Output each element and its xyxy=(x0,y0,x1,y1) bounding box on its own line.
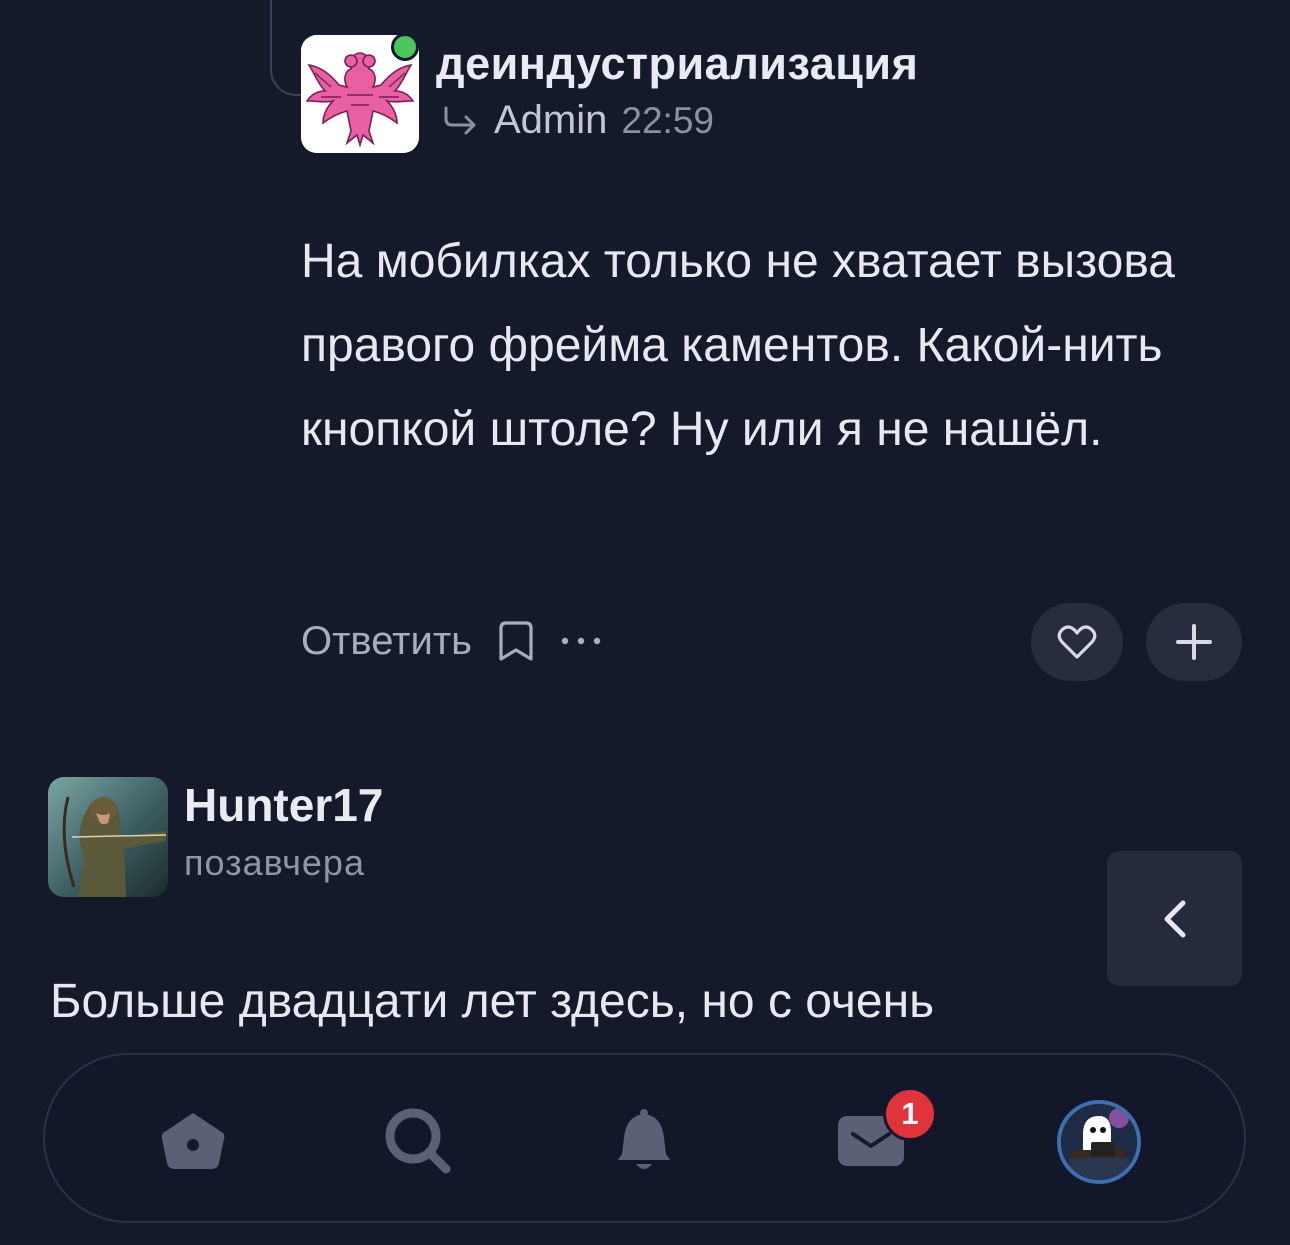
archer-avatar-icon xyxy=(48,777,168,897)
chevron-left-icon xyxy=(1164,900,1185,937)
like-button[interactable] xyxy=(1031,603,1123,681)
plus-icon xyxy=(1176,624,1212,660)
search-icon xyxy=(385,1108,451,1174)
home-icon xyxy=(161,1113,225,1169)
reply-text: На мобилках только не хватает вызова пра… xyxy=(301,235,1175,456)
nav-notifications-button[interactable] xyxy=(608,1105,680,1177)
reply-arrow-icon xyxy=(440,105,480,137)
nav-profile-avatar[interactable] xyxy=(1057,1100,1141,1184)
add-reaction-button[interactable] xyxy=(1146,603,1242,681)
comment-author-name[interactable]: Hunter17 xyxy=(184,778,383,832)
bottom-navigation-bar: 1 xyxy=(43,1053,1246,1223)
reply-actions: Ответить xyxy=(301,610,602,672)
comment-text: Больше двадцати лет здесь, но с очень xyxy=(50,975,935,1028)
bell-icon xyxy=(618,1109,670,1169)
reply-author-name[interactable]: деиндустриализация xyxy=(436,38,918,90)
online-status-dot xyxy=(391,33,419,61)
reply-button[interactable]: Ответить xyxy=(301,619,472,664)
thread-connector xyxy=(270,0,304,96)
more-options-icon[interactable] xyxy=(560,636,602,646)
bookmark-icon[interactable] xyxy=(498,620,534,662)
reply-meta: Admin 22:59 xyxy=(440,98,714,143)
profile-avatar-icon xyxy=(1061,1104,1137,1180)
reply-to-user[interactable]: Admin xyxy=(494,98,607,143)
messages-unread-badge: 1 xyxy=(883,1087,937,1141)
reply-timestamp: 22:59 xyxy=(621,99,714,141)
comment-author-avatar[interactable] xyxy=(48,777,168,897)
nav-search-button[interactable] xyxy=(382,1105,454,1177)
nav-home-button[interactable] xyxy=(157,1105,229,1177)
comment-timestamp: позавчера xyxy=(184,842,365,883)
heart-icon xyxy=(1057,625,1097,659)
